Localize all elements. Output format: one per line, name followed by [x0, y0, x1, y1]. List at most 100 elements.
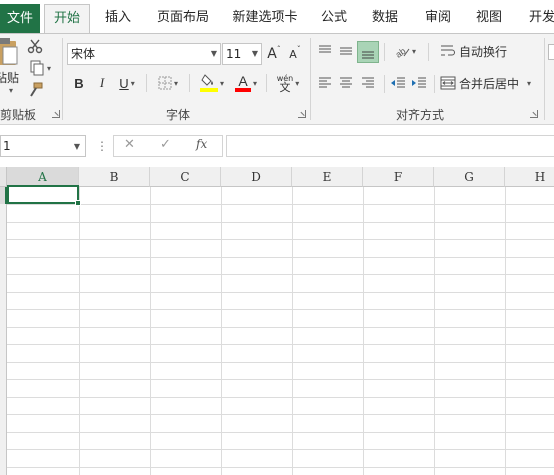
orientation-button[interactable]: ab ▾	[390, 42, 420, 60]
fill-color-button[interactable]: ▾	[196, 72, 228, 94]
tab-page-layout[interactable]: 页面布局	[150, 4, 216, 33]
tab-developer[interactable]: 开发	[522, 4, 554, 33]
align-row-separator	[428, 43, 429, 61]
name-box-value: 1	[3, 139, 11, 153]
row-gridline	[7, 432, 554, 433]
row-gridline	[7, 344, 554, 345]
formula-buttons: ✕ ✓ fx	[113, 135, 223, 157]
group-separator	[544, 38, 545, 120]
column-header-e[interactable]: E	[292, 167, 363, 187]
align-row-separator	[384, 43, 385, 61]
row-gridline	[7, 292, 554, 293]
cut-button[interactable]	[26, 38, 44, 54]
row-header-selected[interactable]	[0, 187, 7, 204]
confirm-entry-icon[interactable]: ✓	[160, 137, 171, 152]
align-row-separator	[384, 75, 385, 93]
insert-function-button[interactable]: fx	[196, 137, 207, 151]
column-header-b[interactable]: B	[79, 167, 150, 187]
copy-icon	[30, 60, 44, 76]
column-header-f[interactable]: F	[363, 167, 434, 187]
underline-button[interactable]: U ▾	[114, 73, 140, 93]
tab-data[interactable]: 数据	[363, 4, 407, 33]
row-gridline	[7, 309, 554, 310]
merge-cells-icon	[440, 76, 456, 90]
chevron-down-icon: ▾	[130, 78, 135, 88]
chevron-down-icon: ▼	[73, 142, 80, 151]
shrink-font-button[interactable]: Aˇ	[287, 44, 303, 64]
caret-up-icon: ˆ	[276, 44, 281, 54]
font-name-combo[interactable]: 宋体 ▼	[67, 43, 221, 65]
wrap-text-button[interactable]: 自动换行	[440, 41, 512, 61]
row-gridline	[7, 204, 554, 205]
chevron-down-icon: ▾	[173, 78, 178, 88]
align-top-button[interactable]	[316, 42, 334, 60]
font-size-value: 11	[226, 47, 242, 61]
row-header-strip[interactable]	[0, 187, 7, 475]
tab-formulas[interactable]: 公式	[312, 4, 356, 33]
copy-button[interactable]: ▾	[26, 60, 54, 76]
bold-button[interactable]: B	[70, 73, 88, 93]
scissors-icon	[27, 39, 43, 54]
font-group-label: 字体	[166, 108, 191, 122]
column-header-d[interactable]: D	[221, 167, 292, 187]
column-header-g[interactable]: G	[434, 167, 505, 187]
formula-bar-grip-icon[interactable]: ⋮	[96, 139, 108, 153]
align-center-button[interactable]	[337, 74, 355, 92]
align-left-button[interactable]	[316, 74, 334, 92]
column-header-c[interactable]: C	[150, 167, 221, 187]
formula-bar: 1 ▼ ⋮ ✕ ✓ fx	[0, 125, 554, 167]
grow-font-button[interactable]: Aˆ	[266, 44, 282, 64]
align-right-button[interactable]	[359, 74, 377, 92]
fill-handle[interactable]	[75, 200, 81, 206]
phonetic-guide-button[interactable]: wén 文 ▾	[272, 72, 304, 94]
italic-button[interactable]: I	[93, 73, 111, 93]
row-gridline	[7, 414, 554, 415]
formula-input[interactable]	[226, 135, 554, 157]
number-format-partial[interactable]	[548, 44, 554, 60]
font-launcher-icon[interactable]	[298, 110, 306, 118]
font-row-separator	[266, 74, 267, 92]
chevron-down-icon: ▾	[295, 78, 300, 88]
svg-text:ab: ab	[394, 46, 408, 58]
text-orientation-icon: ab	[394, 46, 410, 58]
font-color-button[interactable]: A ▾	[231, 72, 261, 94]
font-color-letter: A	[238, 73, 248, 89]
font-size-combo[interactable]: 11 ▼	[222, 43, 262, 65]
increase-indent-button[interactable]	[410, 74, 428, 92]
alignment-launcher-icon[interactable]	[530, 110, 538, 118]
column-header-h[interactable]: H	[505, 167, 554, 187]
align-bottom-button[interactable]	[357, 41, 379, 63]
paste-button[interactable]: 粘贴 ▾	[0, 36, 20, 96]
active-cell[interactable]	[7, 185, 79, 204]
font-color-bar	[234, 88, 251, 92]
row-gridline	[7, 239, 554, 240]
chevron-down-icon: ▼	[210, 49, 217, 58]
select-all-corner[interactable]	[0, 167, 7, 187]
format-painter-button[interactable]	[26, 82, 44, 98]
grow-font-letter: A	[267, 46, 277, 62]
tab-home[interactable]: 开始	[44, 4, 90, 34]
font-row-separator	[146, 74, 147, 92]
tab-view[interactable]: 视图	[467, 4, 511, 33]
name-box[interactable]: 1 ▼	[0, 135, 86, 157]
align-bottom-icon	[362, 51, 374, 59]
merge-center-button[interactable]: 合并后居中 ▾	[440, 73, 540, 93]
tab-file[interactable]: 文件	[0, 4, 40, 33]
decrease-indent-button[interactable]	[389, 74, 407, 92]
row-gridline	[7, 362, 554, 363]
worksheet-grid[interactable]: A B C D E F G H	[0, 167, 554, 475]
clipboard-launcher-icon[interactable]	[52, 110, 60, 118]
chevron-down-icon: ▾	[8, 86, 13, 95]
tab-insert[interactable]: 插入	[96, 4, 140, 33]
align-middle-button[interactable]	[337, 42, 355, 60]
group-separator	[310, 38, 311, 120]
row-gridline	[7, 222, 554, 223]
tab-review[interactable]: 审阅	[416, 4, 460, 33]
row-gridline	[7, 467, 554, 468]
ribbon-tab-bar: 文件 开始 插入 页面布局 新建选项卡 公式 数据 审阅 视图 开发	[0, 0, 554, 34]
borders-button[interactable]: ▾	[153, 73, 183, 93]
font-color-swatch: A	[234, 73, 251, 93]
tab-new-tab[interactable]: 新建选项卡	[225, 4, 305, 33]
column-header-a[interactable]: A	[7, 167, 79, 187]
cancel-entry-icon[interactable]: ✕	[124, 137, 135, 152]
